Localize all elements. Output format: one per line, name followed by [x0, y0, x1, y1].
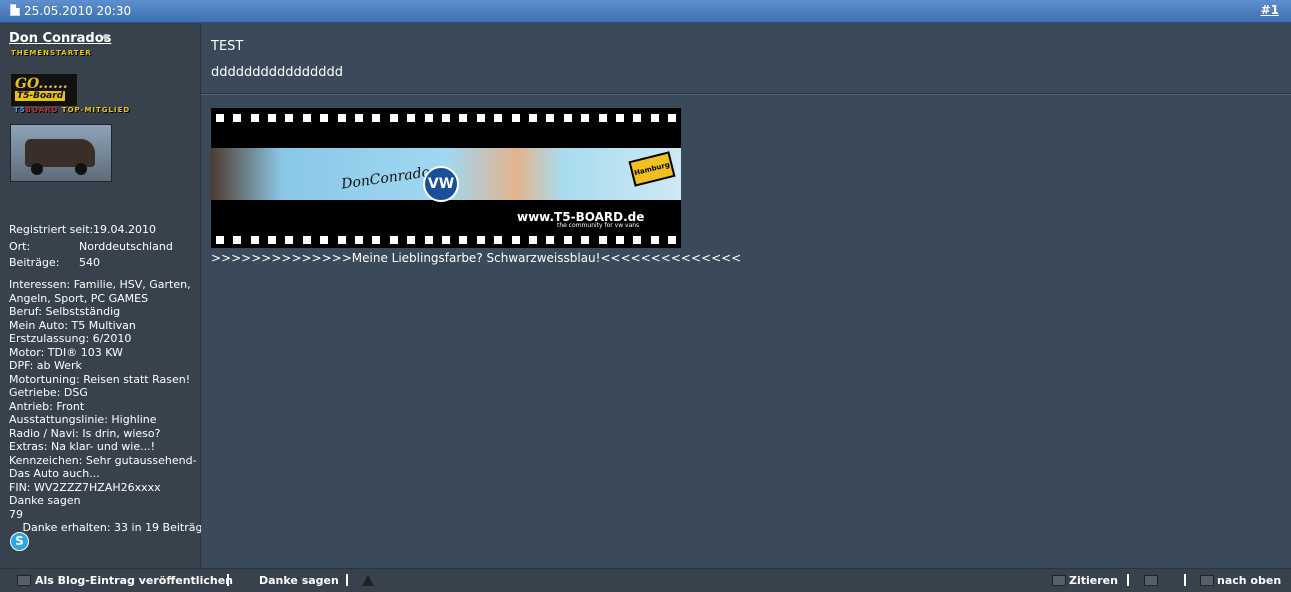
film-perforation	[211, 236, 681, 244]
stat-location: Ort: Norddeutschland	[9, 240, 173, 253]
avatar-wheel	[75, 163, 87, 175]
quote-icon	[1052, 575, 1066, 586]
profile-line: Getriebe: DSG	[9, 386, 88, 399]
profile-line: Motortuning: Reisen statt Rasen!	[9, 372, 191, 386]
profile-line: Angeln, Sport, PC GAMES	[9, 291, 149, 305]
profile-line: Beruf: Selbstständig	[9, 305, 121, 318]
thanks-icon	[9, 521, 19, 531]
profile-line: Ausstattungslinie: Highline	[9, 413, 157, 426]
profile-line: Erstzulassung: 6/2010	[9, 332, 132, 345]
thanks-received-text: Danke erhalten: 33 in 19 Beiträgen	[22, 521, 217, 534]
profile-line: 79	[9, 507, 23, 521]
top-icon	[1200, 575, 1214, 586]
stat-value: 19.04.2010	[93, 223, 156, 236]
online-status-icon	[103, 34, 109, 40]
badge-t5-text: T5-Board	[15, 91, 66, 101]
profile-line: Kennzeichen: Sehr gutaussehend-	[9, 453, 197, 467]
rank-badge-image: GO...... T5-Board	[10, 73, 78, 107]
user-rank-title: THEMENSTARTER	[11, 49, 92, 57]
rank-member-text: TOP-MITGLIED	[58, 106, 131, 114]
report-icon[interactable]	[362, 575, 374, 586]
username-link[interactable]: Don Conrados	[9, 31, 111, 46]
signature-divider	[201, 93, 1291, 95]
post-content: TEST dddddddddddddddd DonConrados VW Ham…	[201, 23, 1291, 568]
post-number-link[interactable]: #1	[1261, 3, 1279, 17]
separator	[1127, 574, 1129, 586]
quote-button[interactable]: Zitieren	[1069, 574, 1118, 587]
profile-line: Extras: Na klar- und wie...!	[9, 440, 156, 453]
profile-line: Interessen: Familie, HSV, Garten,	[9, 278, 191, 291]
avatar[interactable]	[10, 124, 112, 182]
post-body: dddddddddddddddd	[211, 65, 344, 80]
vw-logo-icon: VW	[423, 166, 459, 202]
profile-line: Danke sagen	[9, 494, 81, 507]
profile-line: Mein Auto: T5 Multivan	[9, 318, 136, 332]
separator	[346, 574, 348, 586]
profile-line: DPF: ab Werk	[9, 359, 82, 372]
multiquote-icon[interactable]	[1144, 575, 1158, 586]
signature-banner-image: DonConrados VW Hamburg www.T5-BOARD.de t…	[211, 108, 681, 248]
profile-line: FIN: WV2ZZZ7HZAH26xxxx	[9, 480, 161, 494]
banner-tagline: the community for vw vans	[557, 222, 640, 229]
stat-posts: Beiträge: 540	[9, 256, 100, 269]
separator	[1184, 574, 1186, 586]
thanks-received: Danke erhalten: 33 in 19 Beiträgen	[9, 521, 217, 535]
stat-label: Registriert seit:	[9, 223, 94, 236]
avatar-wheel	[31, 163, 43, 175]
profile-line: Das Auto auch...	[9, 467, 100, 480]
user-rank-member: T5BOARD TOP-MITGLIED	[14, 106, 130, 114]
rank-board-text: BOARD	[25, 106, 59, 114]
post-header: 25.05.2010 20:30 #1	[0, 0, 1291, 23]
stat-label: Beiträge:	[9, 256, 60, 269]
back-to-top-link[interactable]: nach oben	[1217, 574, 1281, 587]
post-date: 25.05.2010 20:30	[24, 4, 132, 18]
post-title: TEST	[211, 39, 244, 54]
badge-go-text: GO......	[15, 76, 68, 92]
signature-quote: >>>>>>>>>>>>>>Meine Lieblingsfarbe? Schw…	[211, 251, 742, 265]
profile-line: Radio / Navi: Is drin, wieso?	[9, 426, 161, 440]
profile-line: Antrieb: Front	[9, 399, 85, 413]
profile-line: Motor: TDI® 103 KW	[9, 345, 123, 359]
user-sidebar: Don Conrados THEMENSTARTER GO...... T5-B…	[0, 23, 217, 568]
blog-icon	[17, 575, 31, 586]
stat-registered: Registriert seit: 19.04.2010	[9, 223, 156, 236]
skype-icon[interactable]: S	[10, 532, 29, 551]
profile-fields: Interessen: Familie, HSV, Garten, Angeln…	[9, 278, 217, 535]
post-footer-toolbar: Als Blog-Eintrag veröffentlichen Danke s…	[0, 568, 1291, 592]
thanks-button[interactable]: Danke sagen	[259, 574, 339, 587]
publish-blog-button[interactable]: Als Blog-Eintrag veröffentlichen	[35, 574, 233, 587]
rank-t5-text: T5	[14, 106, 26, 114]
document-icon	[10, 4, 20, 16]
stat-value: 540	[79, 256, 100, 269]
banner-skyline	[211, 200, 681, 210]
film-perforation	[211, 114, 681, 122]
stat-label: Ort:	[9, 240, 31, 253]
stat-value: Norddeutschland	[79, 240, 173, 253]
separator	[227, 574, 229, 586]
